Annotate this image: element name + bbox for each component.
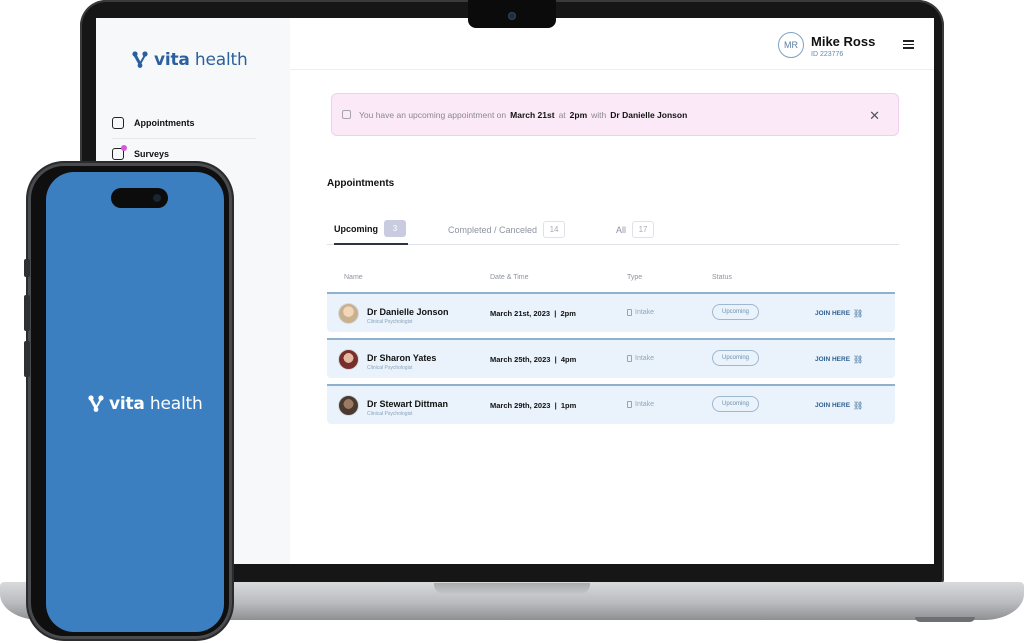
alert-date: March 21st <box>510 109 555 120</box>
vita-logo-icon <box>132 51 148 68</box>
phone-volume-up-button <box>24 295 30 331</box>
phone-brand-logo: vita health <box>88 394 203 414</box>
alert-at: at <box>558 109 566 120</box>
appointment-type: Intake <box>627 309 654 316</box>
doctor-specialty: Clinical Psychologist <box>367 411 413 417</box>
join-link[interactable]: JOIN HERE ⛓ <box>815 401 863 410</box>
tab-count-badge: 3 <box>384 220 406 237</box>
brand-name: vita health <box>154 50 248 70</box>
table-row: Dr Stewart Dittman Clinical Psychologist… <box>327 384 895 424</box>
status-badge: Upcoming <box>712 396 759 412</box>
document-icon <box>627 401 632 408</box>
close-icon[interactable]: ✕ <box>869 108 880 124</box>
front-camera <box>153 194 161 202</box>
laptop-opening-groove <box>434 583 590 594</box>
sidebar-item-label: Appointments <box>134 118 195 128</box>
phone-volume-down-button <box>24 341 30 377</box>
sidebar-item-label: Surveys <box>134 148 170 159</box>
alert-time: 2pm <box>569 109 588 120</box>
phone-brand-name: vita health <box>109 394 203 414</box>
tab-all[interactable]: All 17 <box>616 214 655 245</box>
link-icon: ⛓ <box>853 401 864 410</box>
doctor-specialty: Clinical Psychologist <box>367 319 413 325</box>
notification-dot <box>121 144 127 151</box>
tab-label: All <box>616 224 627 235</box>
hamburger-menu-icon[interactable] <box>903 40 914 49</box>
join-link[interactable]: JOIN HERE ⛓ <box>815 355 863 364</box>
appointment-type: Intake <box>627 401 654 408</box>
tab-label: Upcoming <box>334 223 378 234</box>
user-id: ID 223776 <box>811 51 844 58</box>
alert-prefix: You have an upcoming appointment on <box>359 109 507 120</box>
doctor-specialty: Clinical Psychologist <box>367 365 413 371</box>
join-link[interactable]: JOIN HERE ⛓ <box>815 309 863 318</box>
column-header-name: Name <box>344 274 363 281</box>
document-icon <box>627 309 632 316</box>
table-header: Name Date & Time Type Status <box>327 274 895 290</box>
phone-frame: vita health <box>24 163 232 639</box>
tab-upcoming[interactable]: Upcoming 3 <box>334 214 408 245</box>
alert-with: with <box>591 109 607 120</box>
avatar[interactable]: MR <box>778 32 804 58</box>
appointments-title: Appointments <box>327 178 395 189</box>
alert-doctor: Dr Danielle Jonson <box>610 109 688 120</box>
appointment-type: Intake <box>627 355 654 362</box>
brand-logo[interactable]: vita health <box>132 50 248 70</box>
tab-completed-canceled[interactable]: Completed / Canceled 14 <box>448 214 566 245</box>
table-row: Dr Sharon Yates Clinical Psychologist Ma… <box>327 338 895 378</box>
doctor-name: Dr Stewart Dittman <box>367 399 449 409</box>
sidebar-nav: Appointments Surveys <box>112 108 256 168</box>
doctor-name: Dr Sharon Yates <box>367 353 437 363</box>
appointment-datetime: March 25th, 2023 | 4pm <box>490 355 577 364</box>
phone-side-button <box>24 259 30 277</box>
sidebar-item-appointments[interactable]: Appointments <box>112 108 256 138</box>
link-icon: ⛓ <box>853 355 864 364</box>
status-badge: Upcoming <box>712 350 759 366</box>
tab-label: Completed / Canceled <box>448 224 538 235</box>
doctor-photo <box>338 395 359 416</box>
document-icon <box>627 355 632 362</box>
doctor-photo <box>338 349 359 370</box>
phone-splash-screen: vita health <box>46 172 224 632</box>
laptop-foot <box>915 617 975 622</box>
webcam <box>508 12 516 20</box>
table-row: Dr Danielle Jonson Clinical Psychologist… <box>327 292 895 332</box>
dynamic-island <box>111 188 168 208</box>
status-badge: Upcoming <box>712 304 759 320</box>
appointment-datetime: March 29th, 2023 | 1pm <box>490 401 577 410</box>
vita-logo-icon <box>88 395 104 412</box>
top-header: MR Mike Ross ID 223776 <box>290 18 934 70</box>
survey-icon <box>112 144 127 160</box>
appointment-datetime: March 21st, 2023 | 2pm <box>490 309 576 318</box>
upcoming-appointment-alert: You have an upcoming appointment on Marc… <box>331 93 899 136</box>
appointment-tabs: Upcoming 3 Completed / Canceled 14 All 1… <box>327 214 899 245</box>
calendar-icon <box>342 110 351 119</box>
doctor-name: Dr Danielle Jonson <box>367 307 449 317</box>
tab-count-badge: 14 <box>543 221 566 238</box>
column-header-status: Status <box>712 274 732 281</box>
calendar-clock-icon <box>112 117 124 129</box>
column-header-type: Type <box>627 274 643 281</box>
column-header-date-time: Date & Time <box>490 274 529 281</box>
tab-count-badge: 17 <box>632 221 655 238</box>
doctor-photo <box>338 303 359 324</box>
user-name: Mike Ross <box>811 34 876 49</box>
link-icon: ⛓ <box>853 309 864 318</box>
